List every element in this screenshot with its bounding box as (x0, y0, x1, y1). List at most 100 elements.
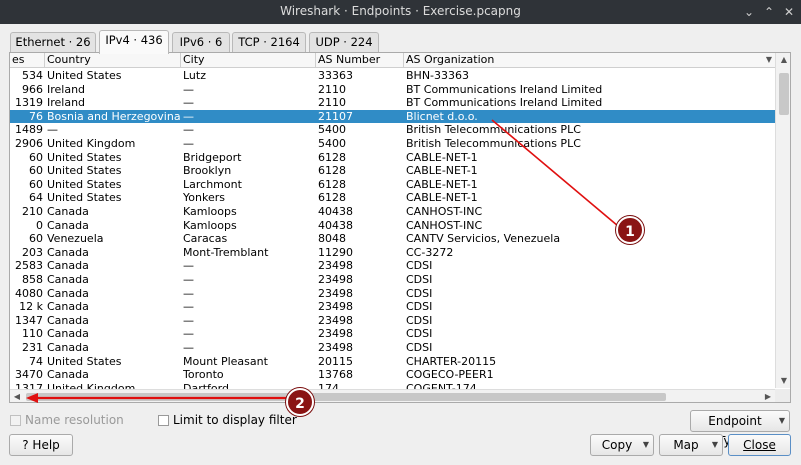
limit-filter-checkbox[interactable] (158, 415, 169, 426)
table-row[interactable]: 966 Ireland — 2110 BT Communications Ireland… (10, 83, 775, 97)
map-button[interactable]: Map ▼ (659, 434, 723, 456)
cell-asn: 23498 (318, 286, 353, 300)
cell-org: CC-3272 (406, 245, 454, 259)
table-row[interactable]: 534 United States Lutz 33363 BHN-33363 (10, 69, 775, 83)
cell-org: CDSI (406, 259, 433, 273)
cell-pkts: 4080 (15, 286, 43, 300)
table-row[interactable]: 60 United States Bridgeport 6128 CABLE-NET-1 (10, 151, 775, 165)
close-button[interactable]: Close (728, 434, 791, 456)
cell-asn: 23498 (318, 273, 353, 286)
vertical-scrollbar[interactable]: ▲ ▼ (775, 53, 790, 388)
cell-country: United States (47, 191, 122, 205)
table-row[interactable]: 231 Canada — 23498 CDSI (10, 341, 775, 355)
scroll-up-icon[interactable]: ▲ (776, 53, 790, 67)
table-row[interactable]: 110 Canada — 23498 CDSI (10, 327, 775, 341)
column-header-city[interactable]: City (181, 53, 316, 68)
cell-org: BT Communications Ireland Limited (406, 96, 603, 110)
table-row[interactable]: 2906 United Kingdom — 5400 British Telecommu… (10, 137, 775, 151)
endpoint-types-button[interactable]: Endpoint Types▼ (690, 410, 790, 448)
table-row[interactable]: 60 United States Larchmont 6128 CABLE-NET-1 (10, 178, 775, 192)
table-row[interactable]: 858 Canada — 23498 CDSI (10, 273, 775, 287)
vertical-scroll-thumb[interactable] (779, 73, 789, 115)
help-button[interactable]: ? Help (9, 434, 73, 456)
cell-city: Mont-Tremblant (183, 245, 269, 259)
scroll-down-icon[interactable]: ▼ (776, 374, 790, 388)
column-header-as-organization[interactable]: AS Organization ▼ (404, 53, 775, 68)
cell-country: Venezuela (47, 232, 104, 246)
table-row[interactable]: 3470 Canada Toronto 13768 COGECO-PEER1 (10, 368, 775, 382)
cell-city: — (183, 123, 194, 137)
table-row[interactable]: 0 Canada Kamloops 40438 CANHOST-INC (10, 219, 775, 233)
cell-asn: 5400 (318, 137, 346, 150)
horizontal-scroll-thumb[interactable] (26, 393, 666, 401)
endpoints-dialog: Ethernet · 26 IPv4 · 436 IPv6 · 6 TCP · … (0, 24, 801, 465)
cell-asn: 6128 (318, 177, 346, 191)
cell-org: CABLE-NET-1 (406, 164, 478, 178)
table-row[interactable]: 1319 Ireland — 2110 BT Communications Irelan… (10, 96, 775, 110)
cell-country: United Kingdom (47, 381, 136, 389)
table-header: es Country City AS Number AS Organizatio… (10, 53, 775, 68)
table-row[interactable]: 203 Canada Mont-Tremblant 11290 CC-3272 (10, 246, 775, 260)
cell-country: Canada (47, 259, 89, 273)
cell-country: Canada (47, 273, 89, 286)
column-header-country[interactable]: Country (45, 53, 181, 68)
scroll-left-icon[interactable]: ◀ (10, 390, 24, 402)
table-row[interactable]: 1489 — — 5400 British Telecommunications PLC (10, 123, 775, 137)
tab-tcp[interactable]: TCP · 2164 (232, 32, 306, 53)
cell-city: — (183, 300, 194, 314)
cell-pkts: 203 (22, 245, 43, 259)
maximize-icon[interactable]: ⌃ (761, 4, 777, 20)
sort-indicator-icon: ▼ (765, 55, 772, 64)
table-body: 534 United States Lutz 33363 BHN-33363 966 Ire… (10, 69, 775, 389)
table-row[interactable]: 60 Venezuela Caracas 8048 CANTV Servicios, V… (10, 232, 775, 246)
cell-org: CABLE-NET-1 (406, 191, 478, 205)
cell-city: — (183, 273, 194, 286)
table-row[interactable]: 1317 United Kingdom Dartford 174 COGENT-174 (10, 382, 775, 389)
cell-asn: 20115 (318, 354, 353, 368)
table-row[interactable]: 64 United States Yonkers 6128 CABLE-NET-1 (10, 191, 775, 205)
cell-org: BHN-33363 (406, 69, 470, 82)
table-row[interactable]: 210 Canada Kamloops 40438 CANHOST-INC (10, 205, 775, 219)
table-row[interactable]: 76 Bosnia and Herzegovina — 21107 Blicnet d.… (10, 109, 775, 124)
cell-country: Canada (47, 245, 89, 259)
cell-org: COGECO-PEER1 (406, 368, 494, 382)
tab-udp[interactable]: UDP · 224 (309, 32, 379, 53)
horizontal-scrollbar[interactable]: ◀ ▶ (10, 389, 775, 402)
column-header-as-organization-label: AS Organization (406, 53, 495, 66)
column-header-as-number[interactable]: AS Number (316, 53, 404, 68)
cell-country: — (47, 123, 58, 137)
cell-asn: 174 (318, 381, 339, 389)
table-row[interactable]: 74 United States Mount Pleasant 20115 CHARTE… (10, 355, 775, 369)
tab-ethernet[interactable]: Ethernet · 26 (10, 32, 96, 53)
cell-pkts: 1489 (15, 123, 43, 137)
cell-asn: 13768 (318, 368, 353, 382)
tab-ipv4[interactable]: IPv4 · 436 (99, 30, 169, 54)
name-resolution-checkbox[interactable] (10, 415, 21, 426)
cell-city: Lutz (183, 69, 206, 82)
cell-asn: 33363 (318, 69, 353, 82)
minimize-icon[interactable]: ⌄ (741, 4, 757, 20)
cell-country: United Kingdom (47, 137, 136, 150)
table-row[interactable]: 2583 Canada — 23498 CDSI (10, 259, 775, 273)
table-row[interactable]: 4080 Canada — 23498 CDSI (10, 287, 775, 301)
close-window-icon[interactable]: ✕ (781, 4, 797, 20)
cell-country: Canada (47, 218, 89, 232)
cell-asn: 21107 (318, 109, 353, 123)
scroll-right-icon[interactable]: ▶ (761, 390, 775, 402)
cell-org: CABLE-NET-1 (406, 150, 478, 164)
cell-asn: 11290 (318, 245, 353, 259)
cell-asn: 6128 (318, 150, 346, 164)
table-row[interactable]: 12 k Canada — 23498 CDSI (10, 300, 775, 314)
cell-city: Larchmont (183, 177, 242, 191)
cell-org: CDSI (406, 273, 433, 286)
scroll-corner (775, 389, 790, 402)
table-row[interactable]: 60 United States Brooklyn 6128 CABLE-NET-1 (10, 164, 775, 178)
cell-city: — (183, 137, 194, 150)
tab-ipv6[interactable]: IPv6 · 6 (172, 32, 230, 53)
table-row[interactable]: 1347 Canada — 23498 CDSI (10, 314, 775, 328)
cell-asn: 23498 (318, 327, 353, 341)
copy-button[interactable]: Copy ▼ (590, 434, 654, 456)
cell-asn: 23498 (318, 341, 353, 354)
column-header-packets[interactable]: es (10, 53, 45, 68)
cell-pkts: 60 (29, 232, 43, 246)
